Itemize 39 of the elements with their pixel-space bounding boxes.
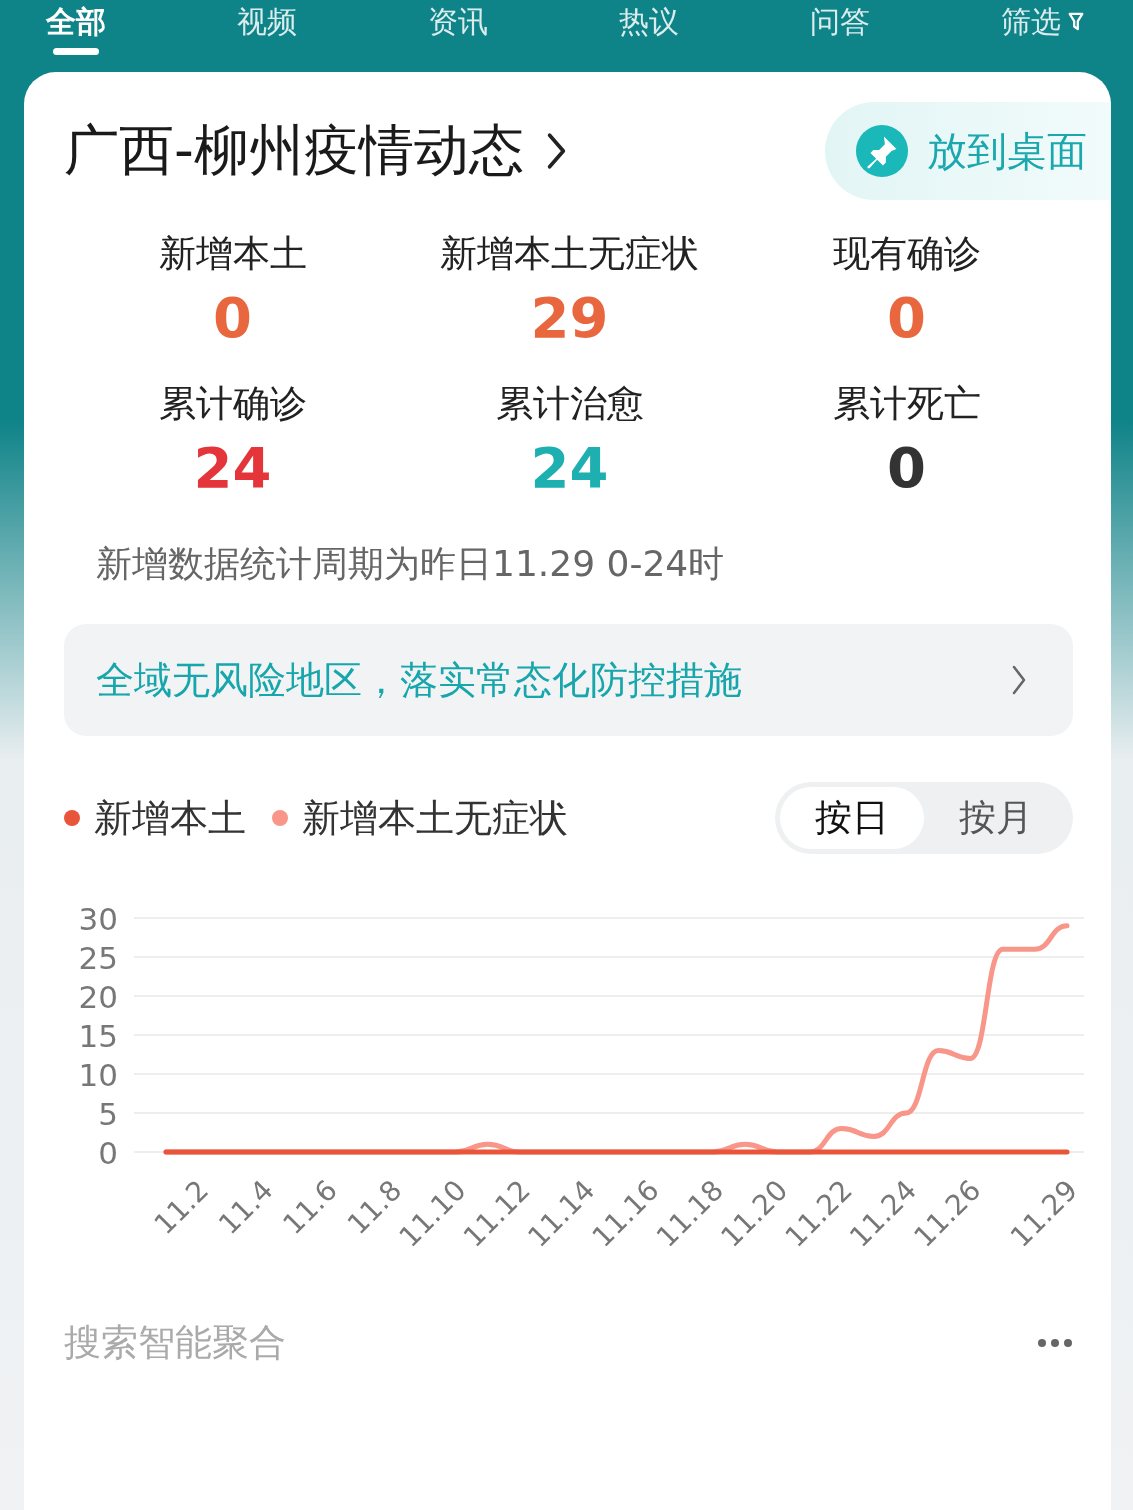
filter-icon: [1067, 11, 1085, 33]
axis-label: 0: [98, 1135, 118, 1171]
more-icon[interactable]: [1037, 1338, 1073, 1348]
stat-value: 29: [530, 284, 609, 352]
stat-value: 24: [193, 434, 272, 502]
axis-label: 10: [78, 1057, 118, 1093]
pin-button[interactable]: 放到桌面: [825, 102, 1111, 200]
footer-text: 搜索智能聚合: [64, 1320, 286, 1366]
pushpin-icon: [855, 124, 909, 178]
legend-label: 新增本土无症状: [302, 794, 568, 842]
axis-label: 20: [78, 979, 118, 1015]
tab[interactable]: 全部: [46, 0, 106, 55]
stat-label: 累计死亡: [832, 381, 981, 427]
stat-label: 新增本土无症状: [440, 231, 699, 277]
tab[interactable]: 筛选: [1001, 0, 1085, 55]
toggle-option[interactable]: 按月: [924, 787, 1068, 849]
note-text: 新增数据统计周期为昨日11.29 0-24时: [96, 542, 726, 586]
stat-value: 24: [530, 434, 609, 502]
axis-label: 15: [78, 1018, 118, 1054]
legend-label: 新增本土: [94, 794, 246, 842]
chevron-icon: [545, 132, 568, 170]
tab[interactable]: 问答: [810, 0, 870, 55]
chevron-icon: [1011, 664, 1027, 696]
stat-label: 现有确诊: [832, 231, 981, 277]
tab[interactable]: 热议: [619, 0, 679, 55]
stat-label: 累计治愈: [495, 381, 644, 427]
axis-label: 30: [78, 901, 118, 937]
stat-label: 新增本土: [158, 231, 307, 277]
stat-value: 0: [213, 284, 252, 352]
toggle-option[interactable]: 按日: [780, 787, 924, 849]
stat-label: 累计确诊: [158, 381, 307, 427]
stat-value: 0: [887, 434, 926, 502]
axis-label: 5: [98, 1096, 118, 1132]
title-link[interactable]: 广西-柳州疫情动态: [64, 114, 568, 188]
tab[interactable]: 资讯: [428, 0, 488, 55]
notice-banner[interactable]: 全域无风险地区，落实常态化防控措施: [64, 624, 1073, 736]
tab[interactable]: 视频: [237, 0, 297, 55]
stat-value: 0: [887, 284, 926, 352]
axis-label: 25: [78, 940, 118, 976]
